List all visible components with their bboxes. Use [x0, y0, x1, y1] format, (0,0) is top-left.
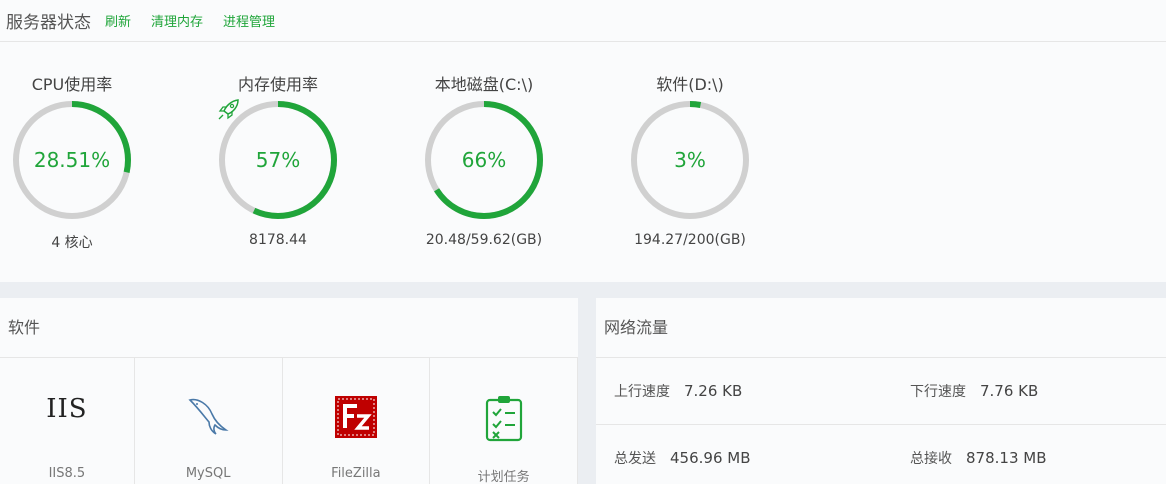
network-title: 网络流量 — [596, 298, 1166, 358]
refresh-link[interactable]: 刷新 — [105, 11, 131, 30]
upload-speed-value: 7.26 KB — [684, 382, 743, 400]
total-received: 总接收 878.13 MB — [910, 425, 1047, 484]
gauge-detail: 20.48/59.62(GB) — [425, 232, 543, 248]
cpu-gauge: CPU使用率 28.51% 4 核心 — [0, 72, 147, 252]
software-item-iis[interactable]: IIS IIS8.5 — [0, 358, 135, 484]
iis-icon-text: IIS — [46, 394, 88, 424]
download-speed-value: 7.76 KB — [980, 382, 1039, 400]
software-item-mysql[interactable]: MySQL — [135, 358, 283, 484]
disk-c-gauge: 本地磁盘(C:\) 66% 20.48/59.62(GB) — [409, 72, 559, 248]
software-name: FileZilla — [331, 466, 381, 481]
software-name: 计划任务 — [477, 470, 530, 484]
gauge-label: 软件(D:\) — [656, 75, 724, 94]
mysql-dolphin-icon — [135, 394, 282, 442]
gauge-ring: 66% — [422, 98, 546, 222]
software-panel: 软件 IIS IIS8.5 MySQL FileZilla 计划任务 — [0, 298, 579, 484]
download-speed-label: 下行速度 — [910, 384, 966, 400]
server-status-header: 服务器状态 刷新 清理内存 进程管理 — [0, 0, 1166, 42]
network-panel: 网络流量 上行速度 7.26 KB 下行速度 7.76 KB 总发送 456.96 M… — [596, 298, 1166, 484]
gauge-label: CPU使用率 — [31, 75, 113, 94]
gauge-label: 内存使用率 — [237, 75, 318, 94]
gauge-value: 57% — [255, 148, 301, 172]
gauge-value: 3% — [674, 148, 706, 172]
software-item-filezilla[interactable]: FileZilla — [283, 358, 431, 484]
total-received-label: 总接收 — [910, 451, 952, 467]
gauge-label: 本地磁盘(C:\) — [434, 75, 534, 94]
download-speed: 下行速度 7.76 KB — [910, 358, 1038, 426]
software-name: IIS8.5 — [48, 466, 86, 481]
process-manager-link[interactable]: 进程管理 — [223, 11, 275, 30]
gauge-ring[interactable]: 57% — [216, 98, 340, 222]
clear-memory-link[interactable]: 清理内存 — [151, 11, 203, 30]
gauge-detail: 8178.44 — [249, 232, 307, 248]
network-speed-row: 上行速度 7.26 KB 下行速度 7.76 KB — [596, 358, 1166, 425]
gauge-ring: 3% — [628, 98, 752, 222]
upload-speed-label: 上行速度 — [614, 384, 670, 400]
gauge-value: 66% — [461, 148, 507, 172]
iis-icon: IIS — [0, 394, 134, 424]
filezilla-icon — [283, 394, 430, 444]
gauge-ring: 28.51% — [10, 98, 134, 222]
disk-d-gauge: 软件(D:\) 3% 194.27/200(GB) — [615, 72, 765, 248]
total-received-value: 878.13 MB — [966, 449, 1047, 467]
total-sent: 总发送 456.96 MB — [614, 425, 751, 484]
page-title: 服务器状态 — [6, 13, 91, 33]
server-status-panel: 服务器状态 刷新 清理内存 进程管理 CPU使用率 28.51% 4 核心 内存… — [0, 0, 1166, 282]
software-name: MySQL — [185, 466, 231, 481]
task-list-icon — [430, 394, 577, 446]
total-sent-label: 总发送 — [614, 451, 656, 467]
gauge-value: 28.51% — [33, 148, 111, 172]
software-grid: IIS IIS8.5 MySQL FileZilla 计划任务 — [0, 358, 579, 484]
network-total-row: 总发送 456.96 MB 总接收 878.13 MB — [596, 425, 1166, 484]
gauge-detail: 194.27/200(GB) — [634, 232, 746, 248]
gauge-detail: 4 核心 — [51, 235, 93, 251]
memory-gauge: 内存使用率 57% 8178.44 — [203, 72, 353, 248]
software-item-task[interactable]: 计划任务 — [430, 358, 579, 484]
total-sent-value: 456.96 MB — [670, 449, 751, 467]
upload-speed: 上行速度 7.26 KB — [614, 358, 742, 426]
software-title: 软件 — [0, 298, 578, 358]
